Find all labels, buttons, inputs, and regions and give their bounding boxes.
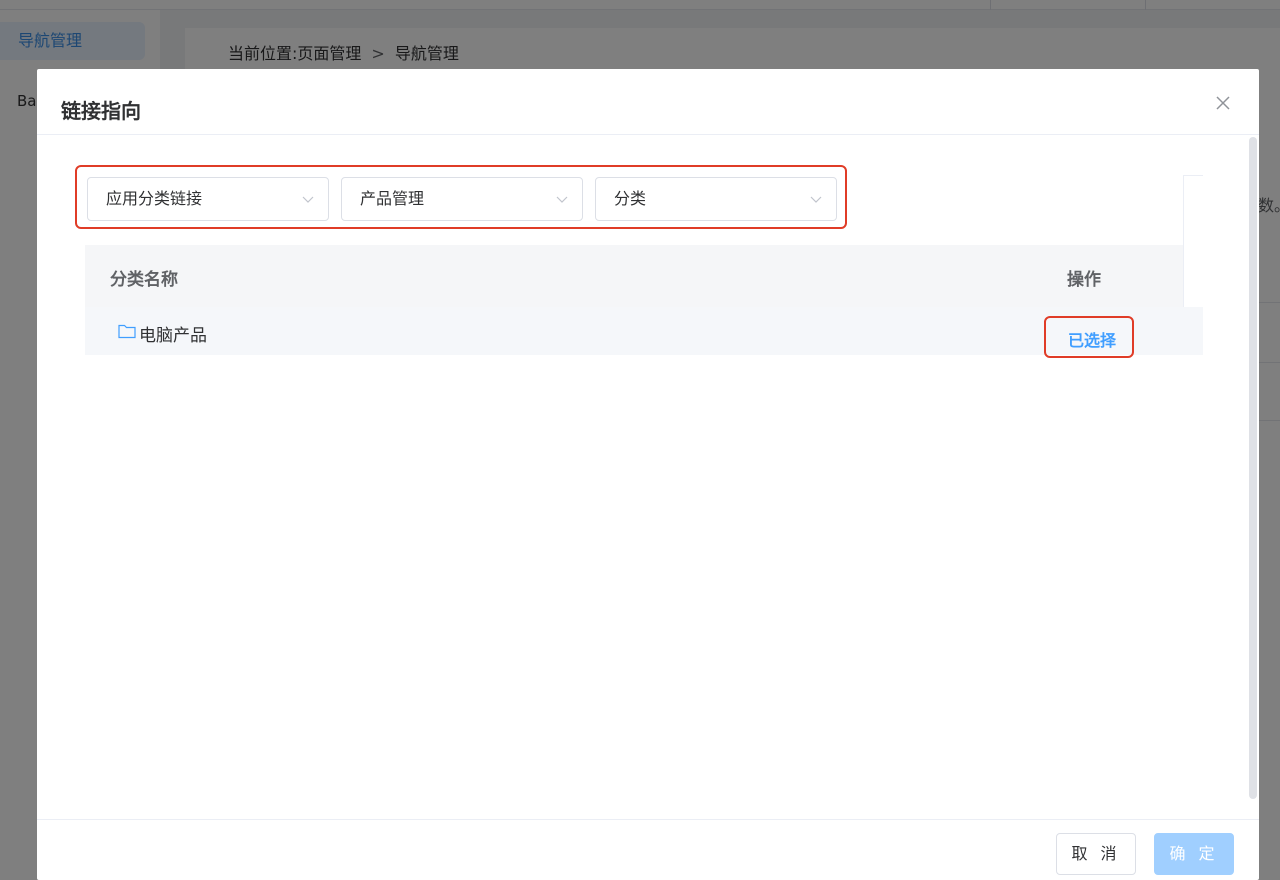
cancel-button[interactable]: 取 消 <box>1056 833 1136 875</box>
chevron-down-icon <box>810 196 822 203</box>
selected-link[interactable]: 已选择 <box>1068 327 1116 351</box>
close-icon[interactable] <box>1215 95 1231 111</box>
column-header-action: 操作 <box>1067 270 1101 290</box>
dialog-scrollbar[interactable] <box>1249 137 1257 799</box>
category-type-select-value: 分类 <box>614 189 647 208</box>
module-select[interactable]: 产品管理 <box>341 177 583 221</box>
category-type-select[interactable]: 分类 <box>595 177 837 221</box>
dialog-footer: 取 消 确 定 <box>37 819 1259 880</box>
selected-highlight: 已选择 <box>1044 316 1134 358</box>
dialog-title: 链接指向 <box>61 99 141 123</box>
link-target-dialog: 链接指向 应用分类链接 产品管理 分类 分类名称 操作 电脑产品 已选择 取 消… <box>37 69 1259 880</box>
confirm-button[interactable]: 确 定 <box>1154 833 1234 875</box>
folder-icon <box>118 324 136 339</box>
link-type-select[interactable]: 应用分类链接 <box>87 177 329 221</box>
category-table: 分类名称 操作 电脑产品 <box>85 245 1203 355</box>
category-name: 电脑产品 <box>139 326 207 346</box>
dialog-header: 链接指向 <box>37 69 1259 135</box>
chevron-down-icon <box>302 196 314 203</box>
table-row[interactable]: 电脑产品 <box>85 307 1203 355</box>
chevron-down-icon <box>556 196 568 203</box>
module-select-value: 产品管理 <box>360 189 425 208</box>
link-selector-group: 应用分类链接 产品管理 分类 <box>75 165 847 229</box>
column-header-name: 分类名称 <box>110 270 178 290</box>
table-header: 分类名称 操作 <box>85 245 1183 307</box>
link-type-select-value: 应用分类链接 <box>106 189 203 208</box>
